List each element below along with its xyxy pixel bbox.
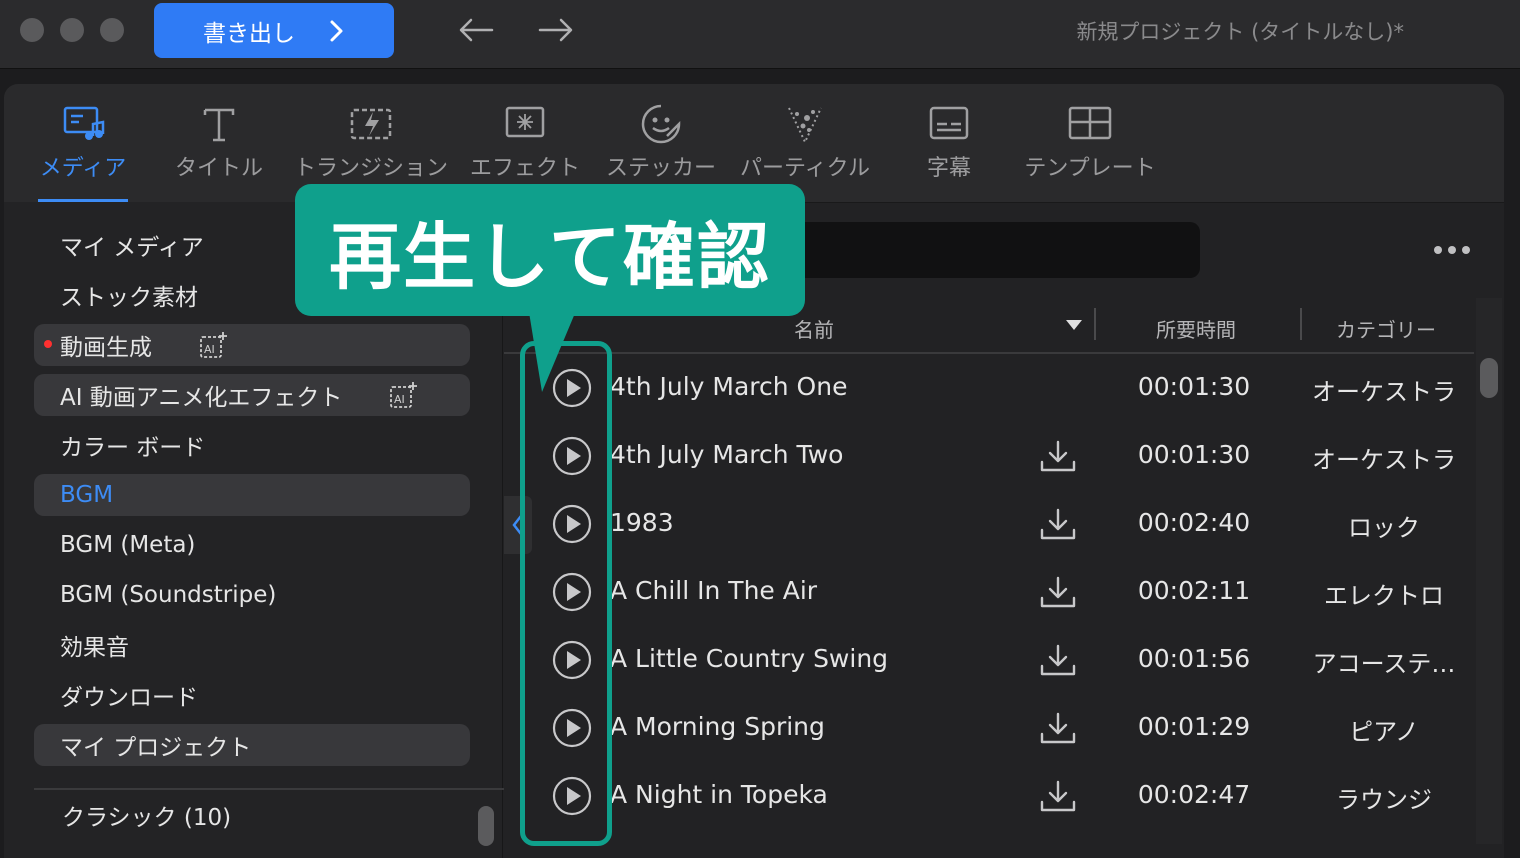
effect-icon [505,106,545,138]
more-options-icon[interactable] [1432,242,1472,258]
table-row[interactable]: A Night in Topeka 00:02:47 ラウンジ [504,762,1474,830]
track-category: オーケストラ [1312,378,1456,406]
chevron-right-icon [330,20,343,41]
new-badge-dot [44,340,52,348]
track-category: ラウンジ [1336,786,1432,814]
title-icon [203,108,235,142]
table-row[interactable]: 4th July March Two 00:01:30 オーケストラ [504,422,1474,490]
download-icon[interactable] [1038,574,1078,610]
track-category: ピアノ [1349,718,1419,746]
subtitle-icon [929,106,969,140]
sidebar-item-color-board[interactable]: カラー ボード [34,424,470,466]
column-separator[interactable] [1300,308,1302,340]
track-duration: 00:01:56 [1137,644,1251,673]
download-icon[interactable] [1038,710,1078,746]
media-icon [63,106,105,140]
transition-icon [350,108,392,140]
download-icon[interactable] [1038,778,1078,814]
track-name: A Morning Spring [610,712,825,741]
tab-media-label: メディア [39,156,127,181]
svg-text:AI: AI [204,343,215,356]
sidebar-item-bgm-meta[interactable]: BGM (Meta) [34,524,470,566]
download-icon[interactable] [1038,506,1078,542]
sidebar-item-bgm[interactable]: BGM [34,474,470,516]
callout-pointer [528,306,578,392]
category-classic[interactable]: クラシック (10) [34,794,470,836]
column-separator[interactable] [1094,308,1096,340]
sort-desc-icon[interactable] [1066,320,1082,330]
tab-effect-label: エフェクト [470,156,581,181]
tab-transition-label: トランジション [294,156,449,181]
callout-bubble: 再生して確認 [295,184,805,316]
sidebar-scrollbar[interactable] [478,806,494,846]
callout-text: 再生して確認 [329,214,771,299]
table-row[interactable]: A Morning Spring 00:01:29 ピアノ [504,694,1474,762]
track-list-scroll-thumb[interactable] [1480,358,1498,398]
export-button[interactable]: 書き出し [154,3,394,58]
track-category: アコーステ… [1312,650,1456,678]
sidebar-item-sound-effects[interactable]: 効果音 [34,624,470,666]
sidebar-item-ai-anime-effect[interactable]: AI 動画アニメ化エフェクト AI [34,374,470,416]
project-title: 新規プロジェクト (タイトルなし)* [1076,20,1404,44]
tab-particle-label: パーティクル [739,156,871,181]
track-category: オーケストラ [1312,446,1456,474]
column-duration[interactable]: 所要時間 [1156,314,1236,343]
column-category[interactable]: カテゴリー [1336,314,1436,343]
track-name: A Little Country Swing [610,644,889,673]
template-icon [1068,106,1112,140]
track-duration: 00:02:40 [1137,508,1251,537]
track-name: A Chill In The Air [610,576,818,605]
track-name: 4th July March Two [610,440,844,469]
minimize-window-button[interactable] [60,18,84,42]
track-name: 4th July March One [610,372,848,401]
tab-template-label: テンプレート [1024,156,1156,181]
particle-icon [788,107,822,145]
tab-subtitle-label: 字幕 [926,156,971,181]
sidebar-item-bgm-soundstripe[interactable]: BGM (Soundstripe) [34,574,470,616]
svg-text:AI: AI [394,393,405,406]
track-category: エレクトロ [1324,582,1444,610]
table-row[interactable]: A Chill In The Air 00:02:11 エレクトロ [504,558,1474,626]
undo-icon[interactable] [456,12,496,48]
table-row[interactable]: 1983 00:02:40 ロック [504,490,1474,558]
tab-title-label: タイトル [174,156,263,181]
tab-title[interactable]: タイトル [174,84,264,202]
track-duration: 00:02:47 [1137,780,1251,809]
track-name: 1983 [610,508,674,537]
sticker-icon [641,104,681,144]
tab-subtitle[interactable]: 字幕 [904,84,994,202]
sidebar-item-my-project[interactable]: マイ プロジェクト [34,724,470,766]
tab-sticker-label: ステッカー [606,156,717,181]
export-label: 書き出し [203,20,295,47]
close-window-button[interactable] [20,18,44,42]
table-row[interactable]: 4th July March One 00:01:30 オーケストラ [504,354,1474,422]
tab-template[interactable]: テンプレート [1022,84,1158,202]
zoom-window-button[interactable] [100,18,124,42]
track-category: ロック [1348,514,1420,542]
title-bar: 書き出し 新規プロジェクト (タイトルなし)* [0,0,1520,69]
sidebar-item-video-generation[interactable]: 動画生成 AI [34,324,470,366]
column-name[interactable]: 名前 [794,314,834,343]
ai-sparkle-icon: AI [200,332,227,358]
tab-media[interactable]: メディア [38,84,128,202]
sidebar-divider [34,788,504,790]
track-duration: 00:01:30 [1137,372,1251,401]
redo-icon[interactable] [536,12,576,48]
track-duration: 00:02:11 [1137,576,1251,605]
track-duration: 00:01:29 [1137,712,1251,741]
sidebar-item-downloads[interactable]: ダウンロード [34,674,470,716]
play-column-highlight [520,341,612,846]
track-duration: 00:01:30 [1137,440,1251,469]
download-icon[interactable] [1038,438,1078,474]
download-icon[interactable] [1038,642,1078,678]
track-name: A Night in Topeka [610,780,828,809]
ai-sparkle-icon: AI [390,382,418,408]
table-row[interactable]: A Little Country Swing 00:01:56 アコーステ… [504,626,1474,694]
